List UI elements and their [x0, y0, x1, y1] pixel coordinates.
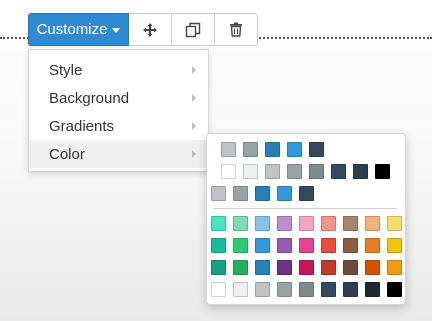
color-swatch[interactable]: [309, 164, 324, 179]
move-button[interactable]: [129, 13, 172, 46]
theme-color-row: [221, 142, 324, 157]
color-swatch[interactable]: [321, 260, 336, 275]
color-swatch[interactable]: [299, 260, 314, 275]
color-swatch[interactable]: [221, 164, 236, 179]
color-swatch[interactable]: [265, 142, 280, 157]
palette-color-row: [211, 282, 402, 297]
color-swatch[interactable]: [343, 260, 358, 275]
color-swatch[interactable]: [365, 238, 380, 253]
menu-item-label: Gradients: [49, 117, 115, 135]
color-swatch[interactable]: [365, 282, 380, 297]
chevron-right-icon: [192, 150, 196, 158]
color-swatch[interactable]: [255, 216, 270, 231]
duplicate-icon: [185, 22, 201, 37]
color-swatch[interactable]: [343, 238, 358, 253]
chevron-right-icon: [192, 122, 196, 130]
color-swatch[interactable]: [211, 238, 226, 253]
color-swatch[interactable]: [277, 260, 292, 275]
color-swatch[interactable]: [353, 164, 368, 179]
color-swatch[interactable]: [255, 186, 270, 201]
color-swatch[interactable]: [299, 238, 314, 253]
color-swatch[interactable]: [211, 282, 226, 297]
color-palette-popup: [206, 133, 406, 305]
color-swatch[interactable]: [233, 260, 248, 275]
menu-item-background[interactable]: Background: [29, 84, 208, 112]
color-swatch[interactable]: [211, 260, 226, 275]
menu-item-label: Background: [49, 89, 130, 107]
color-swatch[interactable]: [387, 238, 402, 253]
color-swatch[interactable]: [299, 282, 314, 297]
move-arrows-icon: [143, 22, 157, 37]
palette-color-row: [211, 238, 402, 253]
color-swatch[interactable]: [343, 216, 358, 231]
color-swatch[interactable]: [287, 164, 302, 179]
menu-item-color[interactable]: Color: [29, 140, 208, 168]
color-swatch[interactable]: [243, 164, 258, 179]
color-swatch[interactable]: [343, 282, 358, 297]
color-swatch[interactable]: [255, 238, 270, 253]
color-swatch[interactable]: [233, 186, 248, 201]
color-swatch[interactable]: [277, 282, 292, 297]
color-swatch[interactable]: [387, 282, 402, 297]
color-swatch[interactable]: [365, 216, 380, 231]
customize-button[interactable]: Customize: [28, 13, 129, 46]
menu-item-label: Color: [49, 145, 85, 163]
menu-item-label: Style: [49, 61, 83, 79]
color-swatch[interactable]: [265, 164, 280, 179]
color-swatch[interactable]: [243, 142, 258, 157]
caret-down-icon: [112, 28, 121, 33]
color-swatch[interactable]: [321, 282, 336, 297]
color-swatch[interactable]: [255, 282, 270, 297]
color-swatch[interactable]: [233, 282, 248, 297]
color-swatch[interactable]: [321, 238, 336, 253]
menu-item-gradients[interactable]: Gradients: [29, 112, 208, 140]
color-swatch[interactable]: [287, 142, 302, 157]
color-swatch[interactable]: [211, 216, 226, 231]
color-swatch[interactable]: [233, 216, 248, 231]
color-swatch[interactable]: [387, 260, 402, 275]
theme-color-row: [211, 186, 314, 201]
color-swatch[interactable]: [221, 142, 236, 157]
color-swatch[interactable]: [277, 186, 292, 201]
chevron-right-icon: [192, 66, 196, 74]
color-swatch[interactable]: [233, 238, 248, 253]
color-swatch[interactable]: [211, 186, 226, 201]
palette-color-row: [211, 216, 402, 231]
color-swatch[interactable]: [299, 186, 314, 201]
color-swatch[interactable]: [331, 164, 346, 179]
duplicate-button[interactable]: [172, 13, 215, 46]
color-swatch[interactable]: [375, 164, 390, 179]
theme-color-row: [221, 164, 390, 179]
delete-button[interactable]: [215, 13, 258, 46]
block-toolbar: Customize: [28, 13, 258, 46]
trash-icon: [230, 22, 242, 37]
color-swatch[interactable]: [321, 216, 336, 231]
color-swatch[interactable]: [387, 216, 402, 231]
palette-divider: [213, 208, 397, 209]
customize-label: Customize: [36, 21, 108, 38]
color-swatch[interactable]: [299, 216, 314, 231]
color-swatch[interactable]: [277, 216, 292, 231]
customize-menu: Style Background Gradients Color: [28, 49, 209, 172]
color-swatch[interactable]: [309, 142, 324, 157]
palette-color-row: [211, 260, 402, 275]
color-swatch[interactable]: [277, 238, 292, 253]
chevron-right-icon: [192, 94, 196, 102]
menu-item-style[interactable]: Style: [29, 56, 208, 84]
color-swatch[interactable]: [365, 260, 380, 275]
color-swatch[interactable]: [255, 260, 270, 275]
